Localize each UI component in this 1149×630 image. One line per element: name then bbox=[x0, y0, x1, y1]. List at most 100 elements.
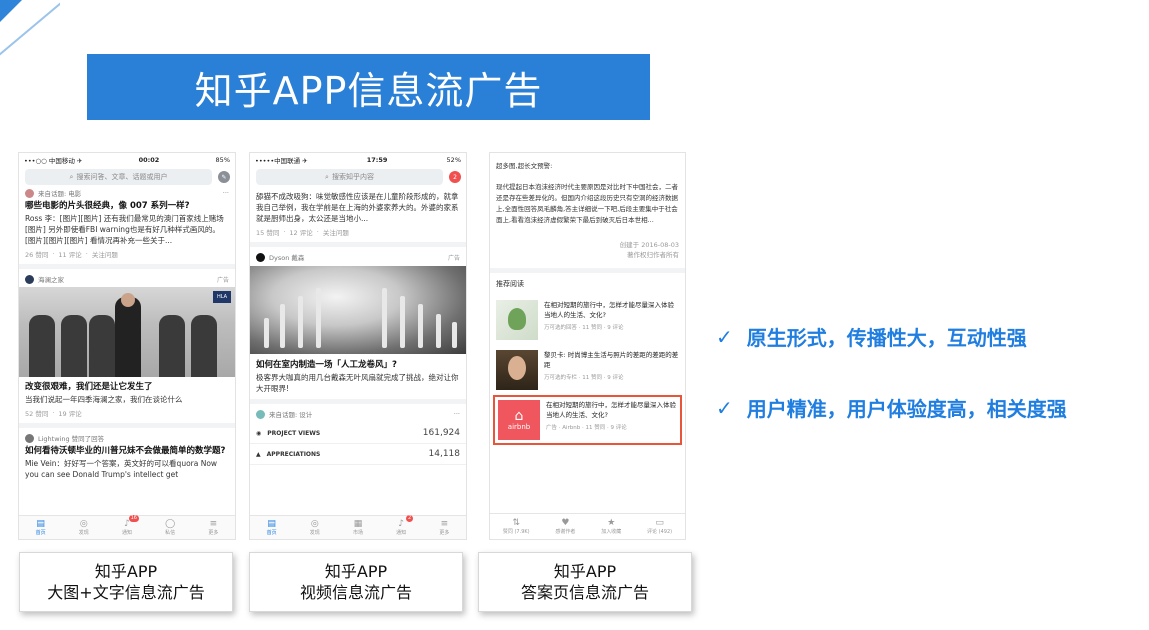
upvote-icon: ⇅ bbox=[512, 518, 521, 528]
store-icon: ▦ bbox=[353, 519, 363, 529]
caption-box-1: 知乎APP 大图+文字信息流广告 bbox=[19, 552, 233, 612]
tab-notifications[interactable]: ♪ 通知 2 bbox=[396, 515, 414, 536]
more-icon[interactable]: ··· bbox=[223, 189, 229, 197]
tab-more[interactable]: ≡ 更多 bbox=[208, 519, 218, 536]
article-copyright: 著作权归作者所有 bbox=[627, 251, 679, 259]
divider bbox=[19, 264, 235, 269]
tab-home[interactable]: ▤ 首页 bbox=[267, 519, 277, 536]
tab-bar: ▤ 首页 ◎ 发现 ♪ 通知 16 ◯ 私信 ≡ 更多 bbox=[19, 515, 235, 539]
corner-line-decoration bbox=[0, 0, 60, 60]
article-body: 现代提起日本泡沫经济时代主要原因是对比时下中国社会，二者还是存在些差异化的。但国… bbox=[496, 183, 678, 224]
answer-article: 超多图,超长文预警: 现代提起日本泡沫经济时代主要原因是对比时下中国社会，二者还… bbox=[490, 153, 685, 260]
recommended-item[interactable]: 黎贝卡: 时尚博主生活与照片的差距的差距的差距 万可选的专栏 · 11 赞同 · … bbox=[490, 345, 685, 395]
tab-home[interactable]: ▤ 首页 bbox=[36, 519, 46, 536]
article-intro: 超多图,超长文预警: bbox=[496, 162, 553, 170]
airbnb-logo-icon: ⌂ bbox=[514, 408, 524, 424]
ad-source: Dyson 戴森 广告 bbox=[256, 252, 460, 262]
stat-row: ▲ APPRECIATIONS 14,118 bbox=[250, 444, 466, 465]
divider bbox=[250, 399, 466, 404]
favorite-button[interactable]: ★ 加入收藏 bbox=[601, 518, 621, 535]
divider bbox=[19, 423, 235, 428]
home-icon: ▤ bbox=[36, 519, 45, 529]
compass-icon: ◎ bbox=[310, 519, 319, 529]
sponsored-recommended-item[interactable]: ⌂ airbnb 在相对短期的旅行中，怎样才能尽量深入体验当地人的生活、文化? 广… bbox=[493, 395, 682, 445]
feature-list: ✓ 原生形式，传播性大，互动性强 ✓ 用户精准，用户体验度高，相关度强 bbox=[716, 322, 1067, 464]
status-bar: •••••中国联通 ✈ 17:59 52% bbox=[250, 153, 466, 167]
brand-logo: HLA bbox=[213, 291, 231, 303]
tab-more[interactable]: ≡ 更多 bbox=[439, 519, 449, 536]
chat-icon: ◯ bbox=[165, 519, 176, 529]
stat-row: ◉ PROJECT VIEWS 161,924 bbox=[250, 423, 466, 444]
check-icon: ✓ bbox=[716, 324, 733, 349]
ad-meta: 52 赞同 · 19 评论 bbox=[25, 409, 82, 418]
search-input[interactable]: ⌕ 搜索问答、文章、话题或用户 bbox=[25, 169, 212, 185]
recommended-item[interactable]: 在相对短期的旅行中，怎样才能尽量深入体验当地人的生活、文化? 万可选的回答 · 1… bbox=[490, 295, 685, 345]
battery: 52% bbox=[446, 156, 461, 164]
star-icon: ★ bbox=[607, 518, 616, 528]
article-date: 创建于 2016-08-03 bbox=[619, 241, 679, 249]
slide-title: 知乎APP信息流广告 bbox=[194, 68, 543, 113]
feed-source: 来自话题: 设计 ··· bbox=[256, 409, 460, 419]
thank-button[interactable]: ♥ 感谢作者 bbox=[555, 518, 575, 535]
ad-body[interactable]: 当我们说起一年四季海澜之家，我们在谈论什么 bbox=[25, 394, 229, 405]
feed-body[interactable]: Ross 李：[图片][图片] 还有我们最常见的澳门首家线上赌场 [图片] 另外… bbox=[25, 213, 229, 246]
menu-icon: ≡ bbox=[440, 519, 449, 529]
compose-button[interactable]: ✎ bbox=[218, 171, 230, 183]
tab-market[interactable]: ▦ 市场 bbox=[353, 519, 363, 536]
title-banner: 知乎APP信息流广告 bbox=[87, 54, 650, 120]
home-icon: ▤ bbox=[267, 519, 276, 529]
feature-item: ✓ 用户精准，用户体验度高，相关度强 bbox=[716, 395, 1067, 422]
ad-tag[interactable]: 广告 bbox=[448, 253, 460, 262]
feed-meta: 15 赞同 · 12 评论 · 关注问题 bbox=[256, 228, 349, 237]
tab-discover[interactable]: ◎ 发现 bbox=[79, 519, 89, 536]
time: 00:02 bbox=[138, 156, 160, 164]
feed-title[interactable]: 如何看待沃顿毕业的川普兄妹不会做最简单的数学题? bbox=[25, 445, 229, 457]
battery: 85% bbox=[215, 156, 230, 164]
tab-messages[interactable]: ◯ 私信 bbox=[165, 519, 175, 536]
ad-source: 海澜之家 广告 bbox=[25, 274, 229, 284]
divider bbox=[490, 268, 685, 273]
feature-item: ✓ 原生形式，传播性大，互动性强 bbox=[716, 324, 1027, 351]
avatar bbox=[25, 274, 34, 284]
feed-meta: 26 赞同 · 11 评论 · 关注问题 bbox=[25, 250, 118, 259]
phone-screenshot-2: •••••中国联通 ✈ 17:59 52% ⌕ 搜索知乎内容 2 舔猫不成改吸狗… bbox=[249, 152, 467, 540]
video-ad-image[interactable] bbox=[250, 266, 466, 354]
divider bbox=[250, 242, 466, 247]
tab-notifications[interactable]: ♪ 通知 16 bbox=[122, 515, 139, 536]
caption-box-3: 知乎APP 答案页信息流广告 bbox=[478, 552, 692, 612]
time: 17:59 bbox=[366, 156, 388, 164]
thumb-icon: ▲ bbox=[256, 450, 261, 458]
feed-body[interactable]: Mie Vein：好好写一个答案，英文好的可以看quora Now you ca… bbox=[25, 458, 229, 480]
answer-action-bar: ⇅ 赞同 (7.9K) ♥ 感谢作者 ★ 加入收藏 ▭ 评论 (492) bbox=[490, 513, 685, 539]
feed-body[interactable]: 舔猫不成改吸狗：味觉敏感性应该是在儿童阶段形成的，就拿我自己举例，我在学前是在上… bbox=[256, 191, 460, 224]
tab-discover[interactable]: ◎ 发现 bbox=[310, 519, 320, 536]
ad-body[interactable]: 极客界大咖真的用几台戴森无叶风扇就完成了挑战，绝对让你大开眼界! bbox=[256, 372, 460, 394]
bell-icon: ♪ bbox=[398, 519, 405, 529]
recommended-heading: 推荐阅读 bbox=[496, 280, 524, 288]
eye-icon: ◉ bbox=[256, 429, 262, 437]
avatar bbox=[256, 409, 265, 419]
stats-panel: ◉ PROJECT VIEWS 161,924 ▲ APPRECIATIONS 14… bbox=[250, 423, 466, 465]
search-icon: ⌕ bbox=[69, 172, 74, 181]
tab-bar: ▤ 首页 ◎ 发现 ▦ 市场 ♪ 通知 2 ≡ 更多 bbox=[250, 515, 466, 539]
status-bar: •••○○ 中国移动 ✈ 00:02 85% bbox=[19, 153, 235, 167]
ad-title[interactable]: 改变很艰难，我们还是让它发生了 bbox=[25, 381, 229, 393]
ad-title[interactable]: 如何在室内制造一场「人工龙卷风」? bbox=[256, 359, 460, 371]
ad-tag[interactable]: 广告 bbox=[217, 275, 229, 284]
comment-button[interactable]: ▭ 评论 (492) bbox=[647, 518, 672, 535]
heart-icon: ♥ bbox=[561, 518, 570, 528]
notification-badge: 2 bbox=[405, 515, 414, 522]
phone-screenshot-3: 超多图,超长文预警: 现代提起日本泡沫经济时代主要原因是对比时下中国社会，二者还… bbox=[489, 152, 686, 540]
feed-title[interactable]: 哪些电影的片头很经典，像 007 系列一样? bbox=[25, 200, 229, 212]
notification-badge[interactable]: 2 bbox=[449, 171, 461, 183]
phone-screenshot-1: •••○○ 中国移动 ✈ 00:02 85% ⌕ 搜索问答、文章、话题或用户 ✎… bbox=[18, 152, 236, 540]
search-input[interactable]: ⌕ 搜索知乎内容 bbox=[256, 169, 443, 185]
ad-image[interactable]: HLA bbox=[19, 287, 235, 377]
more-icon[interactable]: ··· bbox=[454, 410, 460, 418]
thumbnail bbox=[496, 350, 538, 390]
search-placeholder: 搜索问答、文章、话题或用户 bbox=[76, 173, 168, 181]
search-placeholder: 搜索知乎内容 bbox=[331, 173, 374, 181]
upvote-button[interactable]: ⇅ 赞同 (7.9K) bbox=[503, 518, 530, 535]
avatar bbox=[256, 252, 265, 262]
feed-source: 来自话题: 电影 ··· bbox=[25, 188, 229, 198]
